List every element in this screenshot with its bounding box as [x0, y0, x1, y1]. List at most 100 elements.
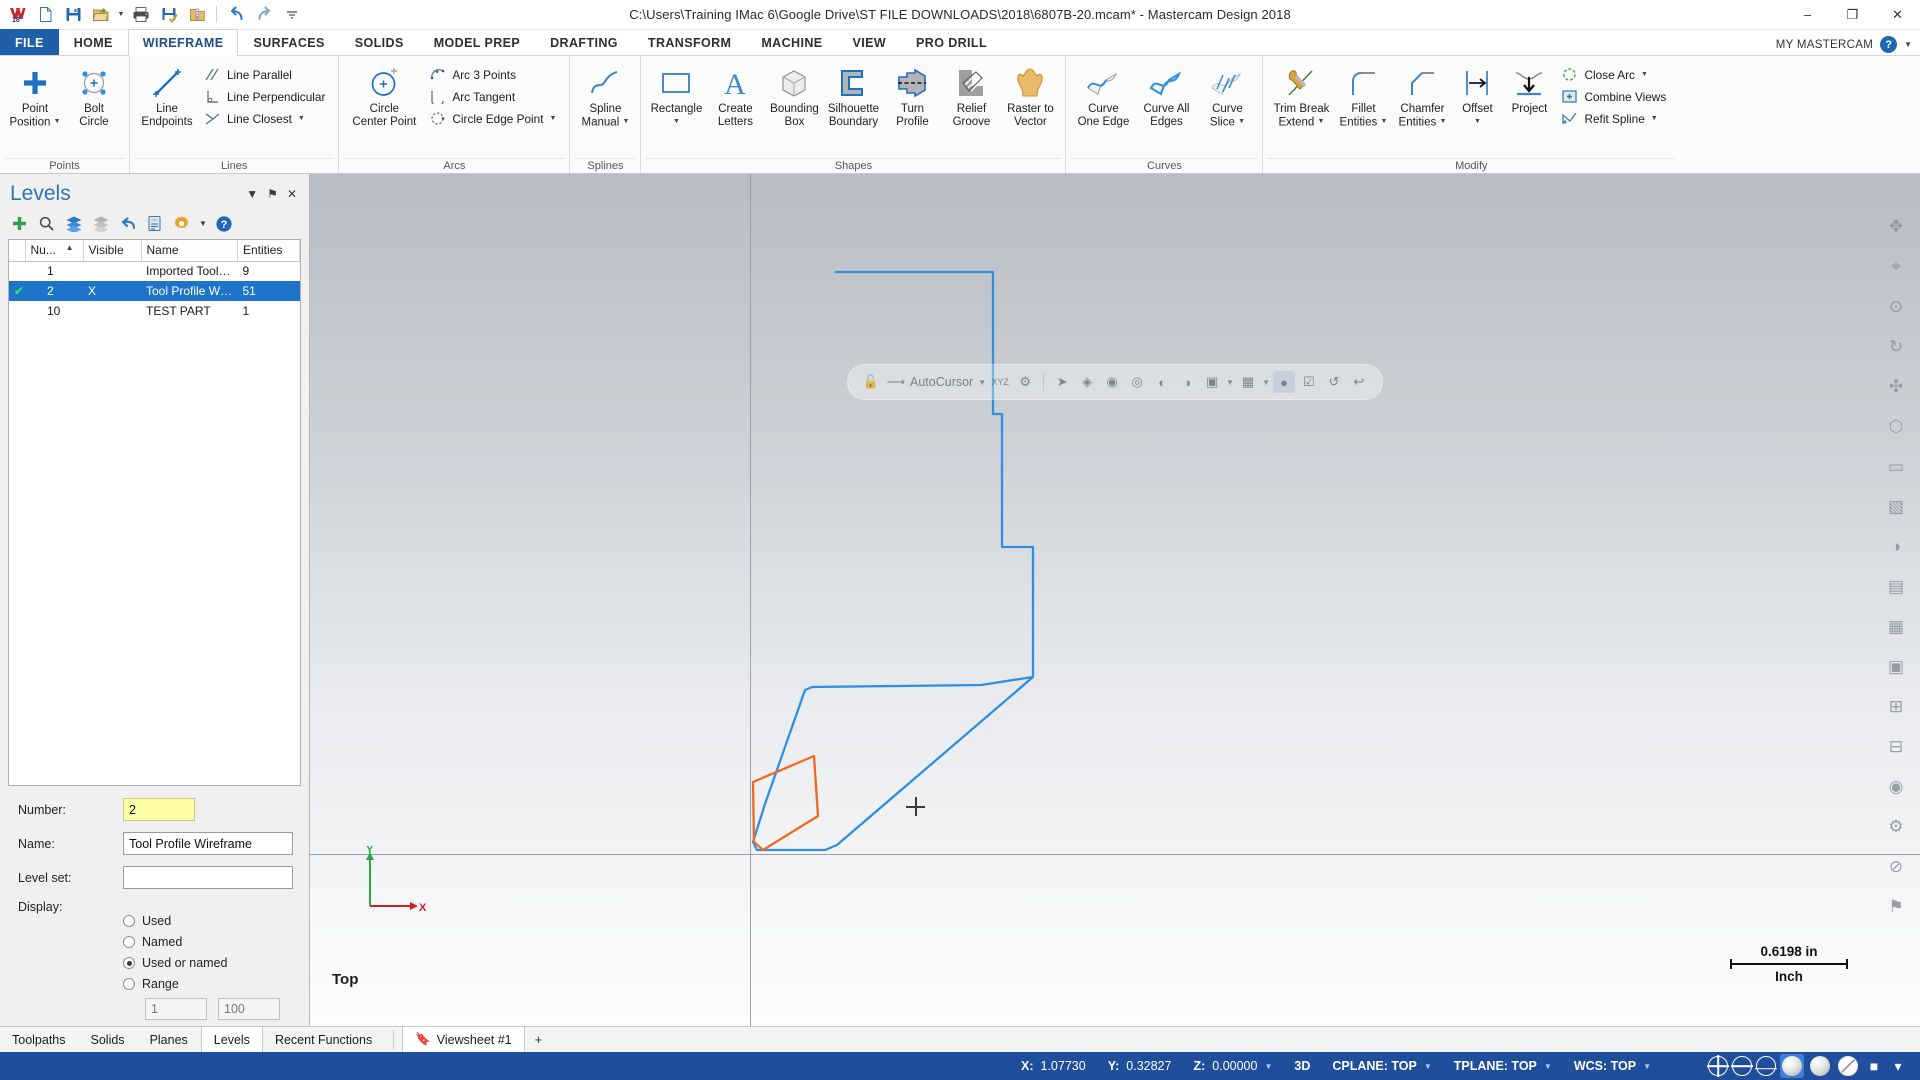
turn-profile-button[interactable]: Turn Profile [883, 60, 941, 136]
undo-icon[interactable] [223, 3, 249, 27]
minimize-button[interactable]: – [1785, 0, 1830, 30]
tab-file[interactable]: FILE [0, 29, 59, 55]
collapse-ribbon-icon[interactable]: ▼ [1904, 40, 1912, 49]
zip2go-icon[interactable] [184, 3, 210, 27]
line-endpoints-button[interactable]: Line Endpoints [136, 60, 198, 136]
pan-icon[interactable]: ✣ [1879, 370, 1913, 404]
bottom-tab-levels[interactable]: Levels [200, 1027, 263, 1052]
sort-ascending-icon[interactable]: ▲ [66, 243, 74, 252]
status-coord-y[interactable]: Y: 0.32827 [1097, 1059, 1183, 1073]
fillet-entities-button[interactable]: Fillet Entities ▼ [1334, 60, 1392, 136]
row-check[interactable] [9, 301, 25, 321]
range-to-input[interactable]: 100 [218, 998, 280, 1020]
row-check[interactable]: ✔ [9, 281, 25, 301]
display-option-used-or-named[interactable]: Used or named [123, 956, 309, 970]
bolt-circle-button[interactable]: Bolt Circle [65, 60, 123, 136]
maximize-button[interactable]: ❐ [1830, 0, 1875, 30]
status-coord-z-dropdown-icon[interactable]: ▼ [1264, 1062, 1272, 1071]
tab-surfaces[interactable]: SURFACES [238, 29, 339, 55]
shaded-sphere-button[interactable] [1780, 1054, 1804, 1078]
zoom-window-icon[interactable]: ⌖ [1879, 250, 1913, 284]
circle-edge-point-button[interactable]: Circle Edge Point ▼ [424, 108, 563, 129]
status-cplane[interactable]: CPLANE: TOP ▼ [1321, 1059, 1442, 1073]
select-solid-face-icon[interactable]: ◉ [1101, 371, 1123, 393]
silhouette-boundary-button[interactable]: Silhouette Boundary [824, 60, 882, 136]
add-level-icon[interactable] [10, 214, 29, 233]
section-view-icon[interactable]: ▣ [1879, 650, 1913, 684]
levels-col-visible[interactable]: Visible [83, 240, 142, 262]
line-perpendicular-button[interactable]: Line Perpendicular [199, 86, 332, 107]
range-from-input[interactable]: 1 [145, 998, 207, 1020]
hidden-lines-icon[interactable]: ▦ [1879, 610, 1913, 644]
table-row[interactable]: ✔ 2 X Tool Profile Wirefr... 51 [9, 281, 300, 301]
bottom-tab-toolpaths[interactable]: Toolpaths [0, 1027, 79, 1052]
show-all-levels-icon[interactable] [64, 214, 83, 233]
tab-solids[interactable]: SOLIDS [340, 29, 419, 55]
row-check[interactable] [9, 261, 25, 281]
material-icon[interactable]: ■ [1864, 1056, 1884, 1076]
save-as-icon[interactable] [156, 3, 182, 27]
level-name-input[interactable]: Tool Profile Wireframe [123, 832, 293, 855]
offset-button[interactable]: Offset ▼ [1452, 60, 1502, 136]
curve-slice-button[interactable]: Curve Slice ▼ [1198, 60, 1256, 136]
row-visible[interactable]: X [83, 281, 141, 301]
project-button[interactable]: Project [1503, 60, 1555, 136]
open-folder-icon[interactable] [88, 3, 114, 27]
status-wcs-dropdown-icon[interactable]: ▼ [1643, 1062, 1651, 1071]
my-mastercam-link[interactable]: MY MASTERCAM [1776, 39, 1873, 51]
flat-shaded-sphere-button[interactable] [1808, 1054, 1832, 1078]
graphics-view[interactable]: 🔓 ⟶ AutoCursor ▼ XYZ ⚙ ➤ ◈ ◉ ◎ ◐ ◑ ▣ ▼ ▦… [310, 174, 1920, 1026]
arc-tangent-button[interactable]: Arc Tangent [424, 86, 563, 107]
hide-entity-icon[interactable]: ⊘ [1879, 850, 1913, 884]
xyz-point-icon[interactable]: XYZ [989, 371, 1011, 393]
raster-to-vector-button[interactable]: Raster to Vector [1001, 60, 1059, 136]
add-viewsheet-button[interactable]: + [525, 1027, 553, 1052]
tab-home[interactable]: HOME [59, 29, 128, 55]
select-arrow-icon[interactable]: ➤ [1051, 371, 1073, 393]
tab-model-prep[interactable]: MODEL PREP [419, 29, 535, 55]
status-coord-z[interactable]: Z: 0.00000 ▼ [1182, 1059, 1283, 1073]
tab-transform[interactable]: TRANSFORM [633, 29, 746, 55]
verify-selection-icon[interactable]: ☑ [1298, 371, 1320, 393]
screen-settings-icon[interactable]: ⚙ [1879, 810, 1913, 844]
selection-mask-icon[interactable]: ▦ [1237, 371, 1259, 393]
status-mode-3d[interactable]: 3D [1283, 1059, 1321, 1073]
line-closest-button[interactable]: Line Closest ▼ [199, 108, 332, 129]
level-set-input[interactable] [123, 866, 293, 889]
curve-one-edge-button[interactable]: Curve One Edge [1072, 60, 1134, 136]
circle-center-point-button[interactable]: Circle Center Point [345, 60, 423, 136]
wireframe-shade-icon[interactable]: ▧ [1879, 490, 1913, 524]
select-solid-edge-icon[interactable]: ◎ [1126, 371, 1148, 393]
refit-spline-button[interactable]: Refit Spline ▼ [1556, 108, 1673, 129]
open-dropdown-icon[interactable]: ▼ [116, 11, 126, 18]
bottom-tab-recent-functions[interactable]: Recent Functions [263, 1027, 385, 1052]
point-position-button[interactable]: Point Position ▼ [6, 60, 64, 136]
tab-machine[interactable]: MACHINE [746, 29, 837, 55]
trim-break-extend-button[interactable]: Trim Break Extend ▼ [1269, 60, 1333, 136]
table-row[interactable]: 1 Imported Tool Solid 9 [9, 261, 300, 281]
autocursor-settings-icon[interactable]: ⚙ [1014, 371, 1036, 393]
hidden-lines-globe-icon[interactable] [1732, 1056, 1752, 1076]
panel-dropdown-icon[interactable]: ▼ [246, 188, 258, 200]
bottom-tab-planes[interactable]: Planes [138, 1027, 201, 1052]
shaded-outline-globe-icon[interactable] [1756, 1056, 1776, 1076]
level-numbering-icon[interactable] [145, 214, 164, 233]
new-file-icon[interactable] [32, 3, 58, 27]
blank-entity-icon[interactable]: ⊟ [1879, 730, 1913, 764]
combine-views-button[interactable]: Combine Views [1556, 86, 1673, 107]
select-only-dropdown-icon[interactable]: ▼ [1262, 378, 1270, 387]
help-icon[interactable]: ? [1880, 36, 1898, 53]
table-row[interactable]: 10 TEST PART 1 [9, 301, 300, 321]
tab-view[interactable]: VIEW [838, 29, 902, 55]
mastercam-logo-icon[interactable]: 18 [4, 3, 30, 27]
close-arc-button[interactable]: Close Arc ▼ [1556, 64, 1673, 85]
tab-wireframe[interactable]: WIREFRAME [127, 29, 239, 56]
level-number-input[interactable]: 2 [123, 798, 195, 821]
close-arc-dropdown-icon[interactable]: ▼ [1641, 71, 1648, 78]
autocursor-dropdown-icon[interactable]: ▼ [978, 378, 986, 387]
isometric-view-icon[interactable]: ⬡ [1879, 410, 1913, 444]
select-wireframe-icon[interactable]: ◈ [1076, 371, 1098, 393]
redo-icon[interactable] [251, 3, 277, 27]
select-all-dropdown-icon[interactable]: ▼ [1226, 378, 1234, 387]
rectangle-button[interactable]: Rectangle ▼ [647, 60, 705, 136]
